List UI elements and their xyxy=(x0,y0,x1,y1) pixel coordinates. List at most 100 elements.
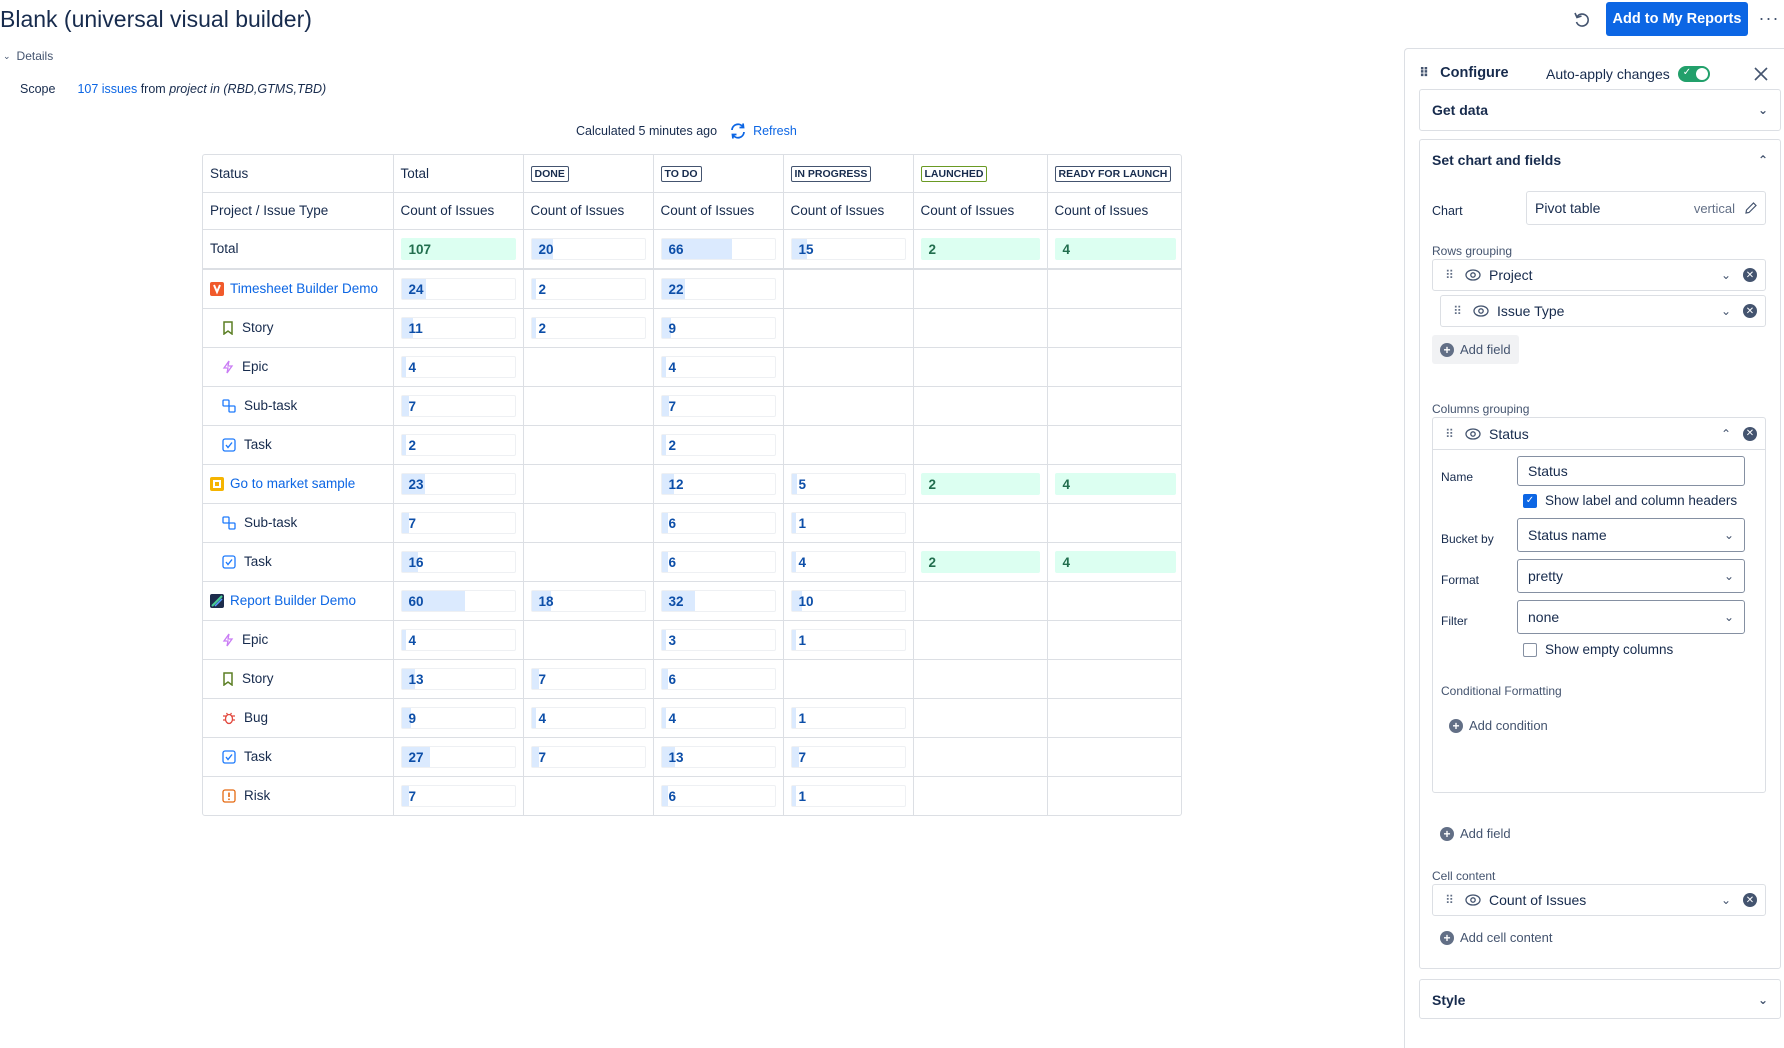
count-bar[interactable]: 9 xyxy=(660,316,776,339)
count-bar[interactable]: 13 xyxy=(660,745,776,768)
scope-issues-link[interactable]: 107 issues xyxy=(77,82,137,96)
count-bar[interactable]: 1 xyxy=(790,511,906,534)
show-label-checkbox-row[interactable]: ✓ Show label and column headers xyxy=(1523,493,1737,508)
row-field-issue-type[interactable]: ⠿ Issue Type ⌄ ✕ xyxy=(1440,295,1766,327)
drag-handle-icon[interactable]: ⠿ xyxy=(1449,304,1465,318)
chevron-down-icon[interactable]: ⌄ xyxy=(1758,103,1768,117)
chevron-up-icon[interactable]: ⌃ xyxy=(1758,153,1768,167)
count-bar[interactable]: 10 xyxy=(790,589,906,612)
chevron-down-icon[interactable]: ⌄ xyxy=(1721,893,1731,907)
count-bar[interactable]: 13 xyxy=(400,667,516,690)
count-bar[interactable]: 12 xyxy=(660,472,776,495)
count-bar[interactable]: 7 xyxy=(530,667,646,690)
bucket-select[interactable]: Status name ⌄ xyxy=(1517,518,1745,552)
count-bar[interactable]: 4 xyxy=(790,550,906,573)
count-bar[interactable]: 20 xyxy=(530,237,646,260)
edit-icon[interactable] xyxy=(1745,202,1757,214)
chevron-up-icon[interactable]: ⌃ xyxy=(1721,427,1731,441)
count-bar[interactable]: 18 xyxy=(530,589,646,612)
count-bar[interactable]: 60 xyxy=(400,589,516,612)
count-bar[interactable]: 4 xyxy=(1054,550,1176,573)
count-bar[interactable]: 4 xyxy=(660,355,776,378)
column-field-status[interactable]: ⠿ Status ⌃ ✕ xyxy=(1433,418,1765,450)
drag-handle-icon[interactable]: ⠿ xyxy=(1441,893,1457,907)
project-link[interactable]: Go to market sample xyxy=(210,476,386,491)
count-bar[interactable]: 4 xyxy=(400,355,516,378)
count-bar[interactable]: 4 xyxy=(530,706,646,729)
details-toggle[interactable]: ⌄ Details xyxy=(3,49,53,63)
chevron-down-icon[interactable]: ⌄ xyxy=(1721,268,1731,282)
undo-button[interactable] xyxy=(1568,6,1596,34)
count-bar[interactable]: 27 xyxy=(400,745,516,768)
count-bar[interactable]: 2 xyxy=(530,277,646,300)
add-condition-button[interactable]: + Add condition xyxy=(1449,718,1548,733)
count-bar[interactable]: 11 xyxy=(400,316,516,339)
count-bar[interactable]: 15 xyxy=(790,237,906,260)
count-bar[interactable]: 32 xyxy=(660,589,776,612)
project-link[interactable]: Timesheet Builder Demo xyxy=(210,281,386,296)
add-to-my-reports-button[interactable]: Add to My Reports xyxy=(1606,2,1748,36)
remove-icon[interactable]: ✕ xyxy=(1743,426,1757,441)
count-bar[interactable]: 4 xyxy=(660,706,776,729)
set-chart-header[interactable]: Set chart and fields ⌃ xyxy=(1420,140,1780,180)
drag-handle-icon[interactable]: ⠿ xyxy=(1441,427,1457,441)
count-bar[interactable]: 107 xyxy=(400,237,516,260)
add-column-field-button[interactable]: + Add field xyxy=(1440,826,1511,841)
chevron-down-icon[interactable]: ⌄ xyxy=(1721,304,1731,318)
get-data-section[interactable]: Get data ⌄ xyxy=(1419,89,1781,131)
chevron-down-icon[interactable]: ⌄ xyxy=(1758,993,1768,1007)
count-bar[interactable]: 24 xyxy=(400,277,516,300)
row-field-project[interactable]: ⠿ Project ⌄ ✕ xyxy=(1432,259,1766,291)
cell-content-field[interactable]: ⠿ Count of Issues ⌄ ✕ xyxy=(1432,884,1766,916)
add-cell-content-button[interactable]: + Add cell content xyxy=(1440,930,1553,945)
show-empty-checkbox[interactable] xyxy=(1523,642,1537,657)
count-bar[interactable]: 4 xyxy=(1054,237,1176,260)
count-bar[interactable]: 2 xyxy=(530,316,646,339)
count-bar[interactable]: 2 xyxy=(920,550,1040,573)
count-bar[interactable]: 6 xyxy=(660,784,776,807)
more-options-button[interactable]: ··· xyxy=(1756,4,1782,32)
count-bar[interactable]: 7 xyxy=(400,511,516,534)
count-bar[interactable]: 5 xyxy=(790,472,906,495)
count-bar[interactable]: 4 xyxy=(400,628,516,651)
name-input[interactable]: Status xyxy=(1517,456,1745,486)
eye-icon[interactable] xyxy=(1465,427,1481,440)
count-bar[interactable]: 9 xyxy=(400,706,516,729)
count-bar[interactable]: 2 xyxy=(920,472,1040,495)
format-select[interactable]: pretty ⌄ xyxy=(1517,559,1745,593)
eye-icon[interactable] xyxy=(1473,305,1489,317)
count-bar[interactable]: 6 xyxy=(660,550,776,573)
count-bar[interactable]: 7 xyxy=(660,394,776,417)
chart-type-field[interactable]: Pivot table vertical xyxy=(1526,191,1766,225)
count-bar[interactable]: 7 xyxy=(530,745,646,768)
show-empty-checkbox-row[interactable]: Show empty columns xyxy=(1523,642,1673,657)
add-row-field-button[interactable]: + Add field xyxy=(1432,335,1519,364)
count-bar[interactable]: 6 xyxy=(660,511,776,534)
count-bar[interactable]: 3 xyxy=(660,628,776,651)
style-section[interactable]: Style ⌄ xyxy=(1419,979,1781,1019)
count-bar[interactable]: 1 xyxy=(790,706,906,729)
count-bar[interactable]: 2 xyxy=(920,237,1040,260)
count-bar[interactable]: 7 xyxy=(790,745,906,768)
count-bar[interactable]: 1 xyxy=(790,628,906,651)
remove-icon[interactable]: ✕ xyxy=(1743,268,1757,282)
refresh-button[interactable]: Refresh xyxy=(729,122,797,140)
close-panel-button[interactable] xyxy=(1750,63,1772,85)
show-label-checkbox[interactable]: ✓ xyxy=(1523,493,1537,508)
count-bar[interactable]: 1 xyxy=(790,784,906,807)
project-link[interactable]: Report Builder Demo xyxy=(210,593,386,608)
auto-apply-toggle[interactable]: ✓ xyxy=(1677,66,1710,82)
count-bar[interactable]: 66 xyxy=(660,237,776,260)
count-bar[interactable]: 16 xyxy=(400,550,516,573)
drag-handle-icon[interactable]: ⠿ xyxy=(1441,268,1457,282)
remove-icon[interactable]: ✕ xyxy=(1743,304,1757,318)
remove-icon[interactable]: ✕ xyxy=(1743,893,1757,907)
count-bar[interactable]: 23 xyxy=(400,472,516,495)
count-bar[interactable]: 22 xyxy=(660,277,776,300)
eye-icon[interactable] xyxy=(1465,894,1481,906)
filter-select[interactable]: none ⌄ xyxy=(1517,600,1745,634)
drag-handle-icon[interactable]: ⠿ xyxy=(1419,65,1429,81)
count-bar[interactable]: 7 xyxy=(400,784,516,807)
count-bar[interactable]: 2 xyxy=(400,433,516,456)
eye-icon[interactable] xyxy=(1465,269,1481,281)
